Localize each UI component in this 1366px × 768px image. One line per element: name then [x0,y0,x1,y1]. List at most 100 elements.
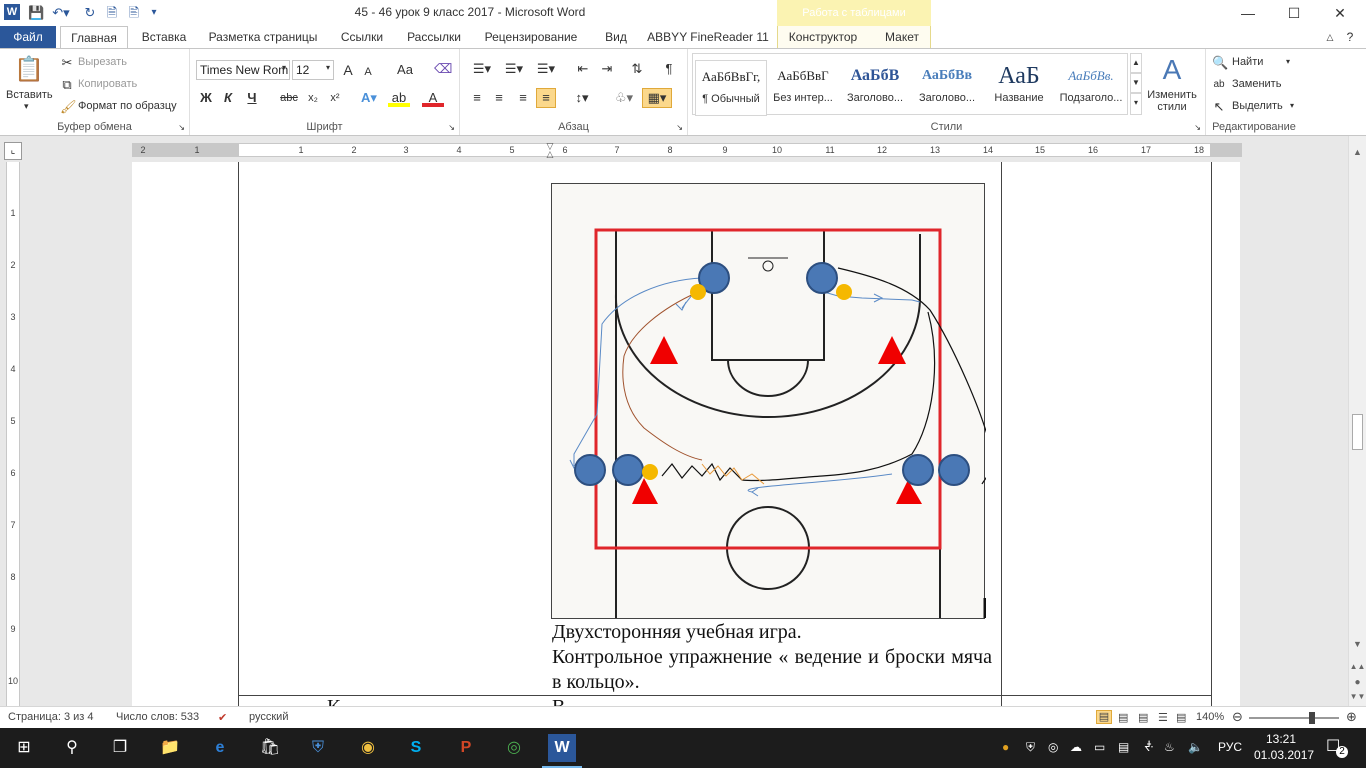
task-view-icon[interactable]: ❐ [106,734,134,762]
table-cell-text[interactable]: Двухсторонняя учебная игра. Контрольное … [552,620,992,695]
select-button[interactable]: Выделить [1232,100,1283,112]
select-icon[interactable]: ↖ [1212,98,1226,116]
find-dropdown-icon[interactable]: ▾ [1286,57,1290,66]
superscript-button[interactable]: x² [326,89,344,107]
clock-date[interactable]: 01.03.2017 [1254,748,1314,762]
replace-icon[interactable]: ab [1212,76,1226,94]
scroll-thumb[interactable] [1352,414,1363,450]
chrome-icon[interactable]: ◎ [500,734,528,762]
bluetooth-icon[interactable]: ᙻ [1144,740,1153,755]
sort-icon[interactable]: ⇅ [628,60,646,78]
styles-scroll-down-icon[interactable]: ▼ [1130,73,1142,93]
copy-icon[interactable]: ⧉ [60,76,74,94]
style-heading-2[interactable]: АаБбВв Заголово... [911,60,983,116]
zoom-slider[interactable] [1249,712,1339,724]
security-shield-icon[interactable]: ⛨ [304,734,332,762]
start-icon[interactable]: ⊞ [10,734,38,762]
page-indicator[interactable]: Страница: 3 из 4 [8,711,94,723]
word-taskbar-icon[interactable]: W [548,734,576,762]
next-page-icon[interactable]: ▼▼ [1349,688,1366,705]
styles-scroll-up-icon[interactable]: ▲ [1130,53,1142,73]
align-center-icon[interactable]: ≡ [490,89,508,107]
show-marks-button[interactable]: ¶ [660,60,678,78]
styles-launcher-icon[interactable]: ↘ [1194,123,1201,132]
replace-button[interactable]: Заменить [1232,78,1281,90]
search-icon[interactable]: ⚲ [58,734,86,762]
decrease-indent-icon[interactable]: ⇤ [574,60,592,78]
skype-icon[interactable]: S [402,734,430,762]
change-styles-icon[interactable]: A [1154,53,1190,87]
justify-icon[interactable]: ≡ [536,88,556,108]
bold-button[interactable]: Ж [198,89,214,107]
language-indicator[interactable]: русский [249,711,288,723]
borders-icon[interactable]: ▦▾ [642,88,672,108]
tray-shield-icon[interactable]: ⛨ [1026,740,1035,755]
tab-view[interactable]: Вид [596,26,636,48]
underline-button[interactable]: Ч [244,89,260,107]
tray-app-icon[interactable]: ● [1002,740,1009,754]
tab-references[interactable]: Ссылки [334,26,390,48]
volume-icon[interactable]: 🔈 [1188,740,1203,754]
vertical-scrollbar[interactable]: ▲ ▼ ▲▲ ● ▼▼ [1348,136,1366,706]
multilevel-list-icon[interactable]: ☰▾ [532,60,560,78]
clock-time[interactable]: 13:21 [1266,732,1296,746]
subscript-button[interactable]: x₂ [304,89,322,107]
tab-layout[interactable]: Макет [874,26,930,48]
tab-stop-selector[interactable]: ⌞ [4,142,22,160]
tray-notes-icon[interactable]: ▤ [1118,740,1129,754]
format-painter-icon[interactable]: 🖌 [60,98,77,116]
tab-review[interactable]: Рецензирование [478,26,584,48]
basketball-drill-diagram[interactable] [551,183,986,619]
style-title[interactable]: АаБ Название [983,60,1055,116]
full-screen-view-icon[interactable]: ▤ [1118,711,1128,724]
grow-font-button[interactable]: A [340,61,356,79]
styles-more-icon[interactable]: ▾ [1130,93,1142,115]
font-launcher-icon[interactable]: ↘ [448,123,455,132]
previous-page-icon[interactable]: ▲▲ [1349,658,1366,675]
file-explorer-icon[interactable]: 📁 [156,734,184,762]
tab-insert[interactable]: Вставка [136,26,192,48]
vertical-ruler[interactable]: 1 2 3 4 5 6 7 8 9 10 [6,162,20,706]
indent-marker-icon[interactable]: ▽ △ [545,142,555,159]
word-count[interactable]: Число слов: 533 [116,711,199,723]
tray-chrome-icon[interactable]: ◎ [1048,740,1058,754]
print-layout-view-icon[interactable]: ▤ [1096,710,1112,724]
clear-formatting-icon[interactable]: ⌫ [434,60,452,78]
font-color-icon[interactable]: A [422,89,444,107]
style-normal[interactable]: АаБбВвГг, ¶ Обычный [695,60,767,116]
horizontal-ruler[interactable]: 2 1 1 2 3 4 5 6 7 8 9 10 11 12 13 14 15 … [132,142,1242,159]
tab-design[interactable]: Конструктор [780,26,866,48]
strikethrough-button[interactable]: abc [278,89,300,107]
align-left-icon[interactable]: ≡ [468,89,486,107]
format-painter-button[interactable]: Формат по образцу [78,100,177,112]
change-case-button[interactable]: Aa [393,61,417,79]
italic-button[interactable]: К [220,89,236,107]
bullets-icon[interactable]: ☰▾ [468,60,496,78]
zoom-out-icon[interactable]: ⊖ [1232,709,1243,725]
help-button[interactable]: ? [1340,26,1360,48]
web-layout-view-icon[interactable]: ▤ [1138,711,1148,724]
select-dropdown-icon[interactable]: ▾ [1290,101,1294,110]
paste-dropdown-icon[interactable]: ▾ [24,101,29,112]
zoom-in-icon[interactable]: ⊕ [1346,709,1357,725]
tab-page-layout[interactable]: Разметка страницы [204,26,322,48]
tray-onedrive-icon[interactable]: ☁ [1070,740,1082,754]
paste-icon[interactable]: 📋 [14,55,44,85]
proofing-icon[interactable]: ✔ [218,711,227,724]
tab-mailings[interactable]: Рассылки [400,26,468,48]
style-heading-1[interactable]: АаБбВ Заголово... [839,60,911,116]
highlight-icon[interactable]: ab [388,89,410,107]
clipboard-launcher-icon[interactable]: ↘ [178,123,185,132]
find-icon[interactable]: 🔍 [1212,54,1228,72]
paragraph-launcher-icon[interactable]: ↘ [676,123,683,132]
font-name-combo[interactable]: Times New Rom [196,60,290,80]
edge-icon[interactable]: e [206,734,234,762]
maximize-button[interactable]: ☐ [1272,2,1316,24]
find-button[interactable]: Найти [1232,56,1263,68]
wifi-icon[interactable]: ♨ [1164,740,1175,754]
draft-view-icon[interactable]: ▤ [1176,711,1186,724]
close-button[interactable]: ✕ [1318,2,1362,24]
style-no-spacing[interactable]: АаБбВвГ Без интер... [767,60,839,116]
zoom-level[interactable]: 140% [1196,711,1224,723]
font-name-dropdown-icon[interactable]: ▾ [282,63,286,72]
